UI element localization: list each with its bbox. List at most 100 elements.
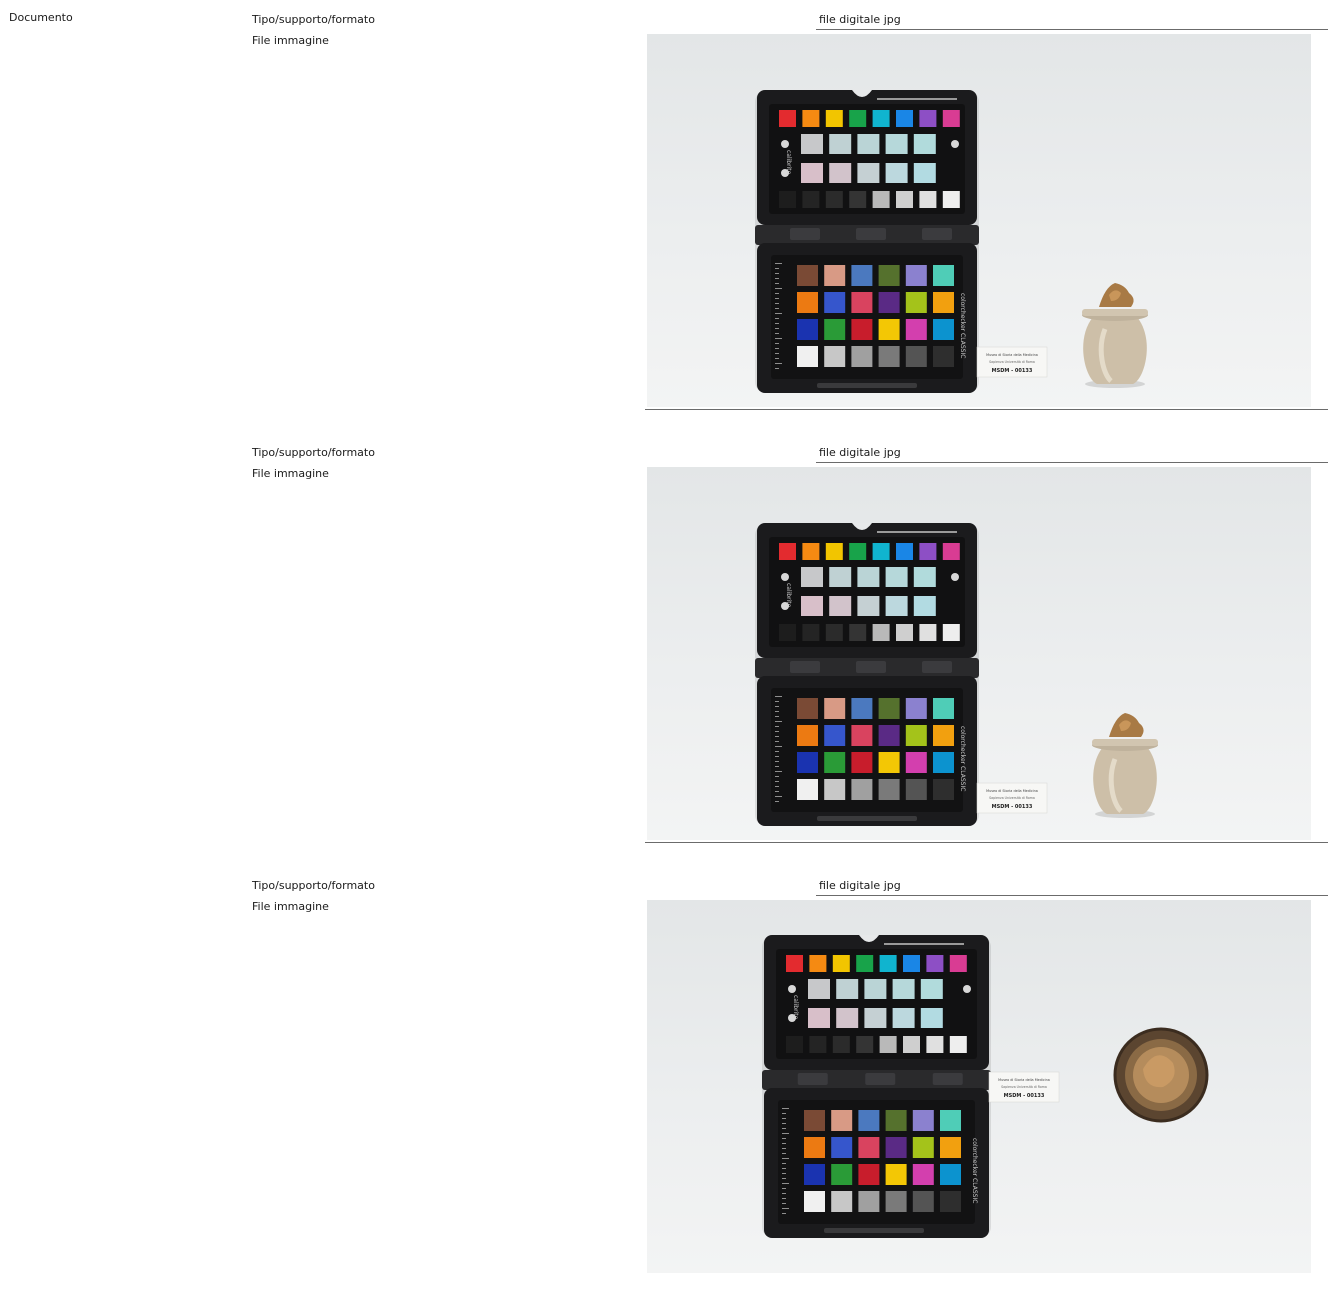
color-swatch xyxy=(885,163,908,183)
museum-label-line3: MSDM - 00133 xyxy=(1004,1093,1045,1099)
museum-label-line1: Museo di Storia della Medicina xyxy=(986,789,1038,793)
color-swatch xyxy=(878,725,900,746)
color-swatch xyxy=(919,624,937,641)
color-swatch xyxy=(802,624,820,641)
photo-canvas: colorchecker CLASSIC calibrite Museo di St… xyxy=(762,935,1209,1238)
museum-label-line2: Sapienza Università di Roma xyxy=(989,360,1035,364)
color-swatch xyxy=(779,191,796,208)
color-swatch xyxy=(942,191,960,208)
photo-canvas: colorchecker CLASSIC calibrite Museo di St… xyxy=(755,523,1158,826)
color-swatch xyxy=(905,725,927,746)
color-swatch xyxy=(857,567,880,587)
color-swatch xyxy=(940,1164,961,1185)
color-swatch xyxy=(802,543,820,560)
color-swatch xyxy=(824,292,846,313)
colorchecker-card: colorchecker CLASSIC calibrite xyxy=(755,90,979,393)
color-swatch xyxy=(857,596,880,616)
color-swatch xyxy=(829,596,852,616)
color-swatch xyxy=(804,1164,825,1185)
color-swatch xyxy=(885,134,908,154)
type-support-format-label: Tipo/supporto/formato xyxy=(252,13,375,26)
color-swatch xyxy=(832,955,850,972)
color-swatch xyxy=(905,319,927,340)
colorchecker-card: colorchecker CLASSIC calibrite xyxy=(755,523,979,826)
color-swatch xyxy=(878,752,900,773)
color-swatch xyxy=(933,698,954,719)
color-swatch xyxy=(831,1164,853,1185)
card-maker-text: calibrite xyxy=(792,995,799,1020)
ceramic-jar xyxy=(1113,1027,1209,1123)
color-swatch xyxy=(808,979,830,999)
color-swatch xyxy=(801,134,823,154)
color-swatch xyxy=(872,110,890,127)
color-swatch xyxy=(919,110,937,127)
color-swatch xyxy=(856,955,874,972)
color-swatch xyxy=(878,346,900,367)
color-swatch xyxy=(949,955,967,972)
color-swatch xyxy=(933,265,954,286)
color-swatch xyxy=(926,1036,944,1053)
image-entry-1: Tipo/supporto/formato File immagine file… xyxy=(0,13,1328,433)
image-entry-3: Tipo/supporto/formato File immagine file… xyxy=(0,879,1328,1299)
color-swatch xyxy=(849,543,867,560)
color-swatch xyxy=(825,191,843,208)
color-swatch xyxy=(885,1110,907,1131)
color-swatch xyxy=(824,319,846,340)
photo-canvas: colorchecker CLASSIC calibrite Museo di St… xyxy=(755,90,1148,393)
color-swatch xyxy=(942,624,960,641)
color-swatch xyxy=(801,163,823,183)
color-swatch xyxy=(797,319,818,340)
color-swatch xyxy=(851,319,873,340)
color-swatch xyxy=(940,1110,961,1131)
museum-label-line2: Sapienza Università di Roma xyxy=(1001,1085,1047,1089)
color-swatch xyxy=(797,698,818,719)
divider xyxy=(645,842,1328,843)
color-swatch xyxy=(797,725,818,746)
color-swatch xyxy=(849,191,867,208)
object-photo: colorchecker CLASSIC calibrite Museo di St… xyxy=(647,34,1311,407)
color-swatch xyxy=(804,1137,825,1158)
color-swatch xyxy=(858,1191,880,1212)
color-swatch xyxy=(779,110,796,127)
color-swatch xyxy=(926,955,944,972)
color-swatch xyxy=(851,698,873,719)
color-swatch xyxy=(913,163,936,183)
color-swatch xyxy=(779,543,796,560)
color-swatch xyxy=(829,163,852,183)
color-swatch xyxy=(864,1008,887,1028)
color-swatch xyxy=(912,1164,934,1185)
museum-label-line3: MSDM - 00133 xyxy=(992,368,1033,374)
file-description: file digitale jpg xyxy=(816,13,1328,30)
color-swatch xyxy=(913,596,936,616)
type-support-format-label: Tipo/supporto/formato xyxy=(252,446,375,459)
color-swatch xyxy=(920,979,943,999)
color-swatch xyxy=(919,543,937,560)
color-swatch xyxy=(832,1036,850,1053)
color-swatch xyxy=(831,1191,853,1212)
color-swatch xyxy=(885,567,908,587)
color-swatch xyxy=(804,1110,825,1131)
color-swatch xyxy=(878,319,900,340)
color-swatch xyxy=(857,163,880,183)
color-swatch xyxy=(825,110,843,127)
color-swatch xyxy=(786,1036,803,1053)
card-brand-text: colorchecker CLASSIC xyxy=(959,293,966,358)
color-swatch xyxy=(804,1191,825,1212)
color-swatch xyxy=(851,725,873,746)
color-swatch xyxy=(809,955,827,972)
color-swatch xyxy=(933,292,954,313)
card-brand-text: colorchecker CLASSIC xyxy=(959,726,966,791)
image-entry-2: Tipo/supporto/formato File immagine file… xyxy=(0,446,1328,866)
color-swatch xyxy=(912,1191,934,1212)
color-swatch xyxy=(786,955,803,972)
ceramic-jar xyxy=(1092,713,1158,818)
color-swatch xyxy=(864,979,887,999)
museum-label-line1: Museo di Storia della Medicina xyxy=(998,1078,1050,1082)
color-swatch xyxy=(824,725,846,746)
file-description: file digitale jpg xyxy=(816,879,1328,896)
color-swatch xyxy=(878,779,900,800)
color-swatch xyxy=(920,1008,943,1028)
color-swatch xyxy=(831,1137,853,1158)
color-swatch xyxy=(801,596,823,616)
color-swatch xyxy=(879,1036,897,1053)
